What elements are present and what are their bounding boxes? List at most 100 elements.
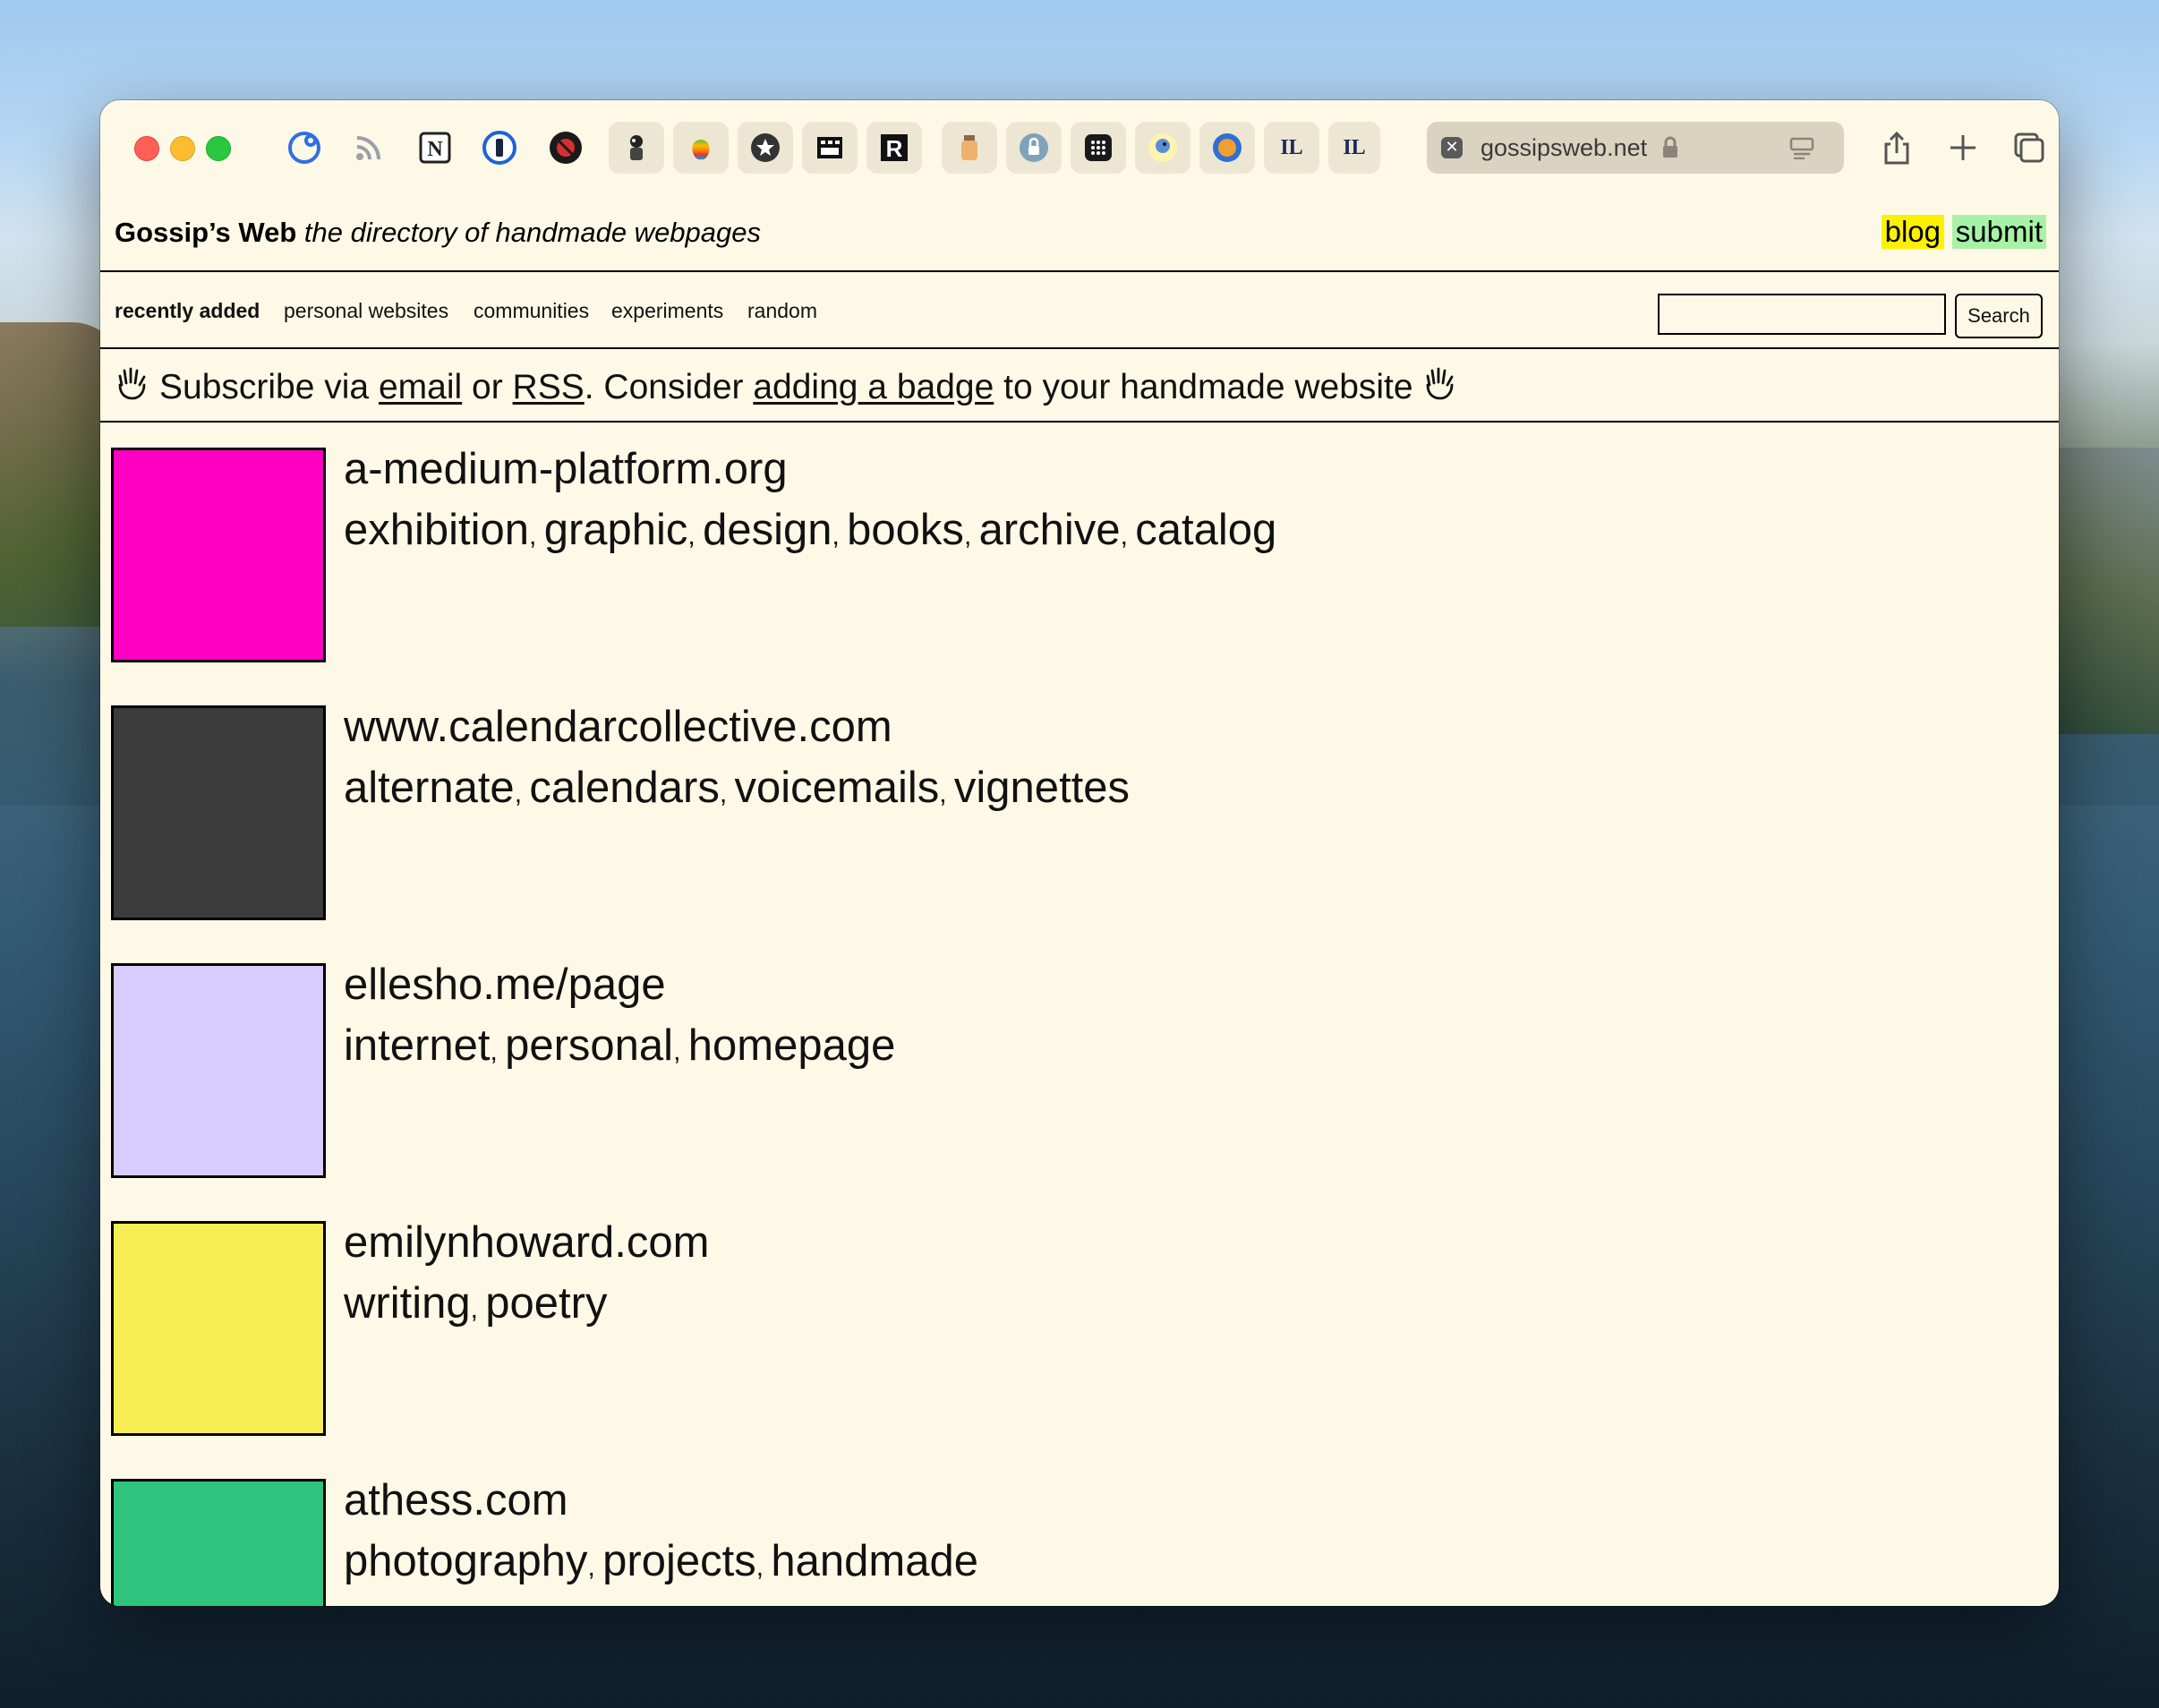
pinned-tab-orange-circle[interactable]: [1199, 122, 1255, 174]
list-item: www.calendarcollective.com alternate, ca…: [100, 680, 2059, 938]
category-nav: recently added personal websites communi…: [100, 272, 2059, 349]
tag-separator: ,: [587, 1552, 603, 1582]
blog-link[interactable]: blog: [1881, 215, 1944, 249]
notion-extension-icon[interactable]: N: [408, 122, 462, 174]
waving-hand-icon: [1422, 365, 1458, 410]
list-item: a-medium-platform.org exhibition, graphi…: [100, 423, 2059, 680]
extension-crescent-icon[interactable]: [277, 122, 331, 174]
site-color-swatch[interactable]: [111, 1479, 326, 1606]
pinned-tab-grid[interactable]: [1071, 122, 1126, 174]
site-tags: internet, personal, homepage: [344, 1021, 895, 1071]
nav-random[interactable]: random: [747, 299, 817, 323]
browser-window: N R IL IL ✕ gossipsweb.net Gossip’s Web …: [100, 100, 2059, 1606]
tag-separator: ,: [529, 521, 544, 551]
new-tab-icon[interactable]: [1939, 124, 1987, 172]
rss-link[interactable]: RSS: [513, 368, 585, 407]
tag-link[interactable]: photography: [344, 1537, 587, 1585]
tag-link[interactable]: archive: [979, 506, 1121, 554]
tag-link[interactable]: internet: [344, 1021, 490, 1070]
site-link[interactable]: emilynhoward.com: [344, 1217, 710, 1268]
close-window-button[interactable]: [134, 136, 159, 161]
pinned-tab-jar[interactable]: [942, 122, 997, 174]
subscribe-banner: Subscribe via email or RSS. Consider add…: [100, 349, 2059, 423]
pinned-tab-lock[interactable]: [1006, 122, 1062, 174]
tag-separator: ,: [939, 779, 954, 808]
close-tab-icon[interactable]: ✕: [1441, 137, 1463, 158]
pinned-tab-r-logo[interactable]: R: [866, 122, 922, 174]
tag-link[interactable]: design: [703, 506, 832, 554]
lock-icon: [1661, 136, 1679, 164]
site-link[interactable]: athess.com: [344, 1475, 568, 1525]
pinned-tab-rainbow-apple[interactable]: [673, 122, 729, 174]
nav-recently-added[interactable]: recently added: [115, 299, 260, 323]
email-link[interactable]: email: [379, 368, 462, 407]
address-bar-url: gossipsweb.net: [1481, 134, 1648, 161]
tag-link[interactable]: calendars: [529, 764, 719, 812]
waving-hand-icon: [115, 365, 150, 410]
site-link[interactable]: www.calendarcollective.com: [344, 702, 892, 752]
subscribe-or: or: [472, 368, 503, 406]
list-item: emilynhoward.com writing, poetry: [100, 1196, 2059, 1454]
search-input[interactable]: [1658, 294, 1946, 335]
tag-link[interactable]: writing: [344, 1279, 471, 1328]
address-bar[interactable]: ✕ gossipsweb.net: [1427, 122, 1844, 174]
zoom-window-button[interactable]: [206, 136, 231, 161]
tag-separator: ,: [755, 1552, 772, 1582]
tag-separator: ,: [673, 1037, 688, 1066]
site-link[interactable]: a-medium-platform.org: [344, 444, 788, 494]
tag-link[interactable]: homepage: [688, 1021, 896, 1070]
block-extension-icon[interactable]: [539, 122, 593, 174]
tag-link[interactable]: alternate: [344, 764, 515, 812]
tag-separator: ,: [719, 779, 735, 808]
tag-link[interactable]: voicemails: [735, 764, 940, 812]
tag-link[interactable]: personal: [505, 1021, 673, 1070]
site-color-swatch[interactable]: [111, 963, 326, 1178]
site-tagline: the directory of handmade webpages: [303, 217, 762, 248]
pinned-tab-mascot[interactable]: [609, 122, 664, 174]
submit-link[interactable]: submit: [1951, 215, 2046, 249]
subscribe-text: Subscribe via email or RSS. Consider add…: [115, 365, 1467, 410]
list-item: athess.com photography, projects, handma…: [100, 1454, 2059, 1606]
share-icon[interactable]: [1873, 124, 1921, 172]
site-name[interactable]: Gossip’s Web: [115, 217, 296, 248]
tag-link[interactable]: projects: [602, 1537, 756, 1585]
tag-separator: ,: [470, 1294, 486, 1324]
site-tags: writing, poetry: [344, 1278, 607, 1328]
site-color-swatch[interactable]: [111, 705, 326, 920]
tab-overview-icon[interactable]: [2005, 124, 2053, 172]
pinned-tab-clapperboard[interactable]: [802, 122, 858, 174]
tag-link[interactable]: catalog: [1135, 506, 1276, 554]
site-color-swatch[interactable]: [111, 1221, 326, 1436]
wallpaper-hill-right: [2043, 448, 2159, 734]
site-tags: photography, projects, handmade: [344, 1536, 978, 1586]
minimize-window-button[interactable]: [170, 136, 195, 161]
nav-communities[interactable]: communities: [474, 299, 589, 323]
tag-link[interactable]: graphic: [544, 506, 688, 554]
nav-personal-websites[interactable]: personal websites: [284, 299, 448, 323]
tag-link[interactable]: poetry: [485, 1279, 607, 1328]
svg-text:R: R: [886, 135, 903, 162]
reader-mode-icon[interactable]: [1788, 136, 1815, 164]
site-header: Gossip’s Web the directory of handmade w…: [100, 195, 2059, 272]
pinned-tab-bird[interactable]: [1135, 122, 1190, 174]
nav-experiments[interactable]: experiments: [611, 299, 723, 323]
tag-link[interactable]: handmade: [771, 1537, 978, 1585]
subscribe-prefix: Subscribe via: [159, 368, 370, 406]
pinned-tab-star[interactable]: [738, 122, 793, 174]
tag-link[interactable]: books: [847, 506, 964, 554]
badge-link[interactable]: adding a badge: [753, 368, 994, 407]
subscribe-consider: . Consider: [584, 368, 744, 406]
site-tags: exhibition, graphic, design, books, arch…: [344, 505, 1276, 555]
site-tags: alternate, calendars, voicemails, vignet…: [344, 763, 1130, 813]
site-link[interactable]: ellesho.me/page: [344, 960, 666, 1010]
search-button[interactable]: Search: [1955, 294, 2043, 338]
tag-link[interactable]: exhibition: [344, 506, 529, 554]
password-manager-extension-icon[interactable]: [473, 122, 526, 174]
site-color-swatch[interactable]: [111, 448, 326, 662]
list-item: ellesho.me/page internet, personal, home…: [100, 938, 2059, 1196]
rss-extension-icon[interactable]: [342, 122, 396, 174]
pinned-tab-il-2[interactable]: IL: [1328, 122, 1380, 174]
tag-separator: ,: [832, 521, 848, 551]
tag-link[interactable]: vignettes: [954, 764, 1130, 812]
pinned-tab-il[interactable]: IL: [1264, 122, 1319, 174]
